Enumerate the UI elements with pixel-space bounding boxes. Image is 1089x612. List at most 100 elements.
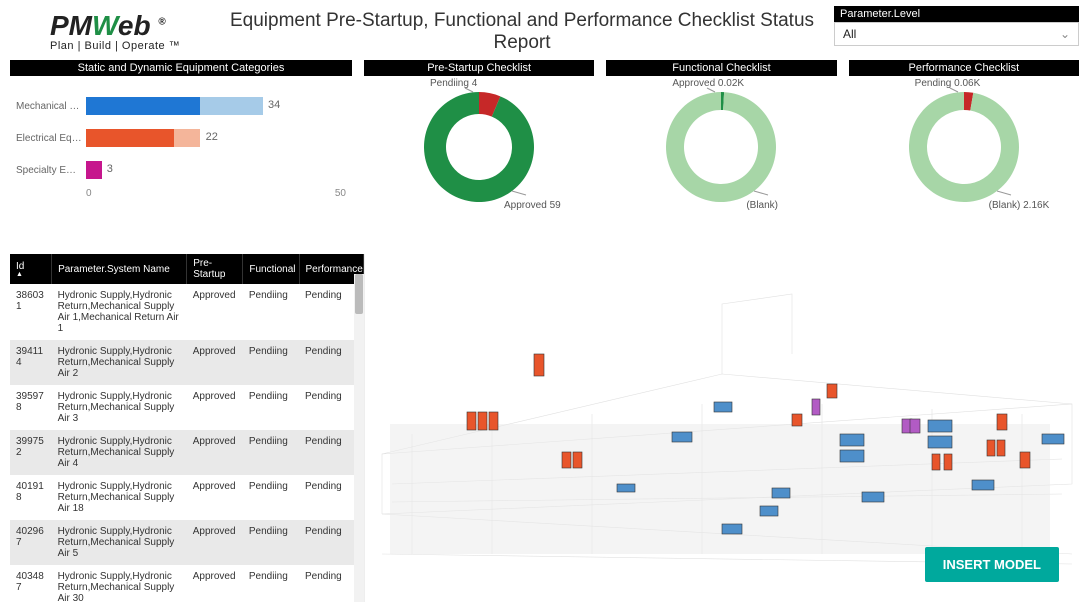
table-cell: Hydronic Supply,Hydronic Return,Mechanic…	[52, 430, 187, 475]
equipment-marker[interactable]	[478, 412, 487, 430]
equipment-marker[interactable]	[1042, 434, 1064, 444]
functional-title: Functional Checklist	[606, 60, 836, 76]
insert-model-button[interactable]: INSERT MODEL	[925, 547, 1059, 582]
equipment-marker[interactable]	[672, 432, 692, 442]
col-header[interactable]: Pre-Startup	[187, 254, 243, 284]
equipment-table[interactable]: Id▲Parameter.System NamePre-StartupFunct…	[10, 254, 364, 602]
table-cell: 394114	[10, 340, 52, 385]
pmweb-logo: PMWeb ® Plan | Build | Operate ™	[10, 6, 210, 52]
equipment-marker[interactable]	[928, 420, 952, 432]
bar-track: 22	[86, 129, 346, 147]
donut-label-top: Pendiing 4	[430, 78, 477, 89]
categories-bar-chart[interactable]: Mechanical …34 Electrical Eq… 22 Specialty …	[10, 82, 352, 212]
table-body: 386031Hydronic Supply,Hydronic Return,Me…	[10, 284, 364, 602]
table-cell: Pendiing	[243, 385, 299, 430]
performance-panel: Performance Checklist Pending 0.06K(Blan…	[849, 60, 1079, 222]
col-header[interactable]: Parameter.System Name	[52, 254, 187, 284]
equipment-marker[interactable]	[722, 524, 742, 534]
equipment-marker[interactable]	[714, 402, 732, 412]
equipment-marker[interactable]	[997, 440, 1005, 456]
bar-label: Mechanical …	[16, 101, 86, 112]
table-cell: 402967	[10, 520, 52, 565]
donut-label-top: Pending 0.06K	[915, 78, 981, 89]
bar-row[interactable]: Mechanical …34	[16, 92, 346, 120]
equipment-marker[interactable]	[534, 354, 544, 376]
equipment-marker[interactable]	[997, 414, 1007, 430]
table-row[interactable]: 403487Hydronic Supply,Hydronic Return,Me…	[10, 565, 364, 602]
param-level-filter: Parameter.Level All ⌄	[834, 6, 1079, 46]
table-cell: Approved	[187, 284, 243, 340]
equipment-marker[interactable]	[617, 484, 635, 492]
table-cell: Approved	[187, 385, 243, 430]
table-scroll-thumb[interactable]	[355, 274, 363, 314]
table-scrollbar[interactable]	[354, 274, 364, 602]
col-header[interactable]: Id▲	[10, 254, 52, 284]
equipment-marker[interactable]	[932, 454, 940, 470]
equipment-marker[interactable]	[928, 436, 952, 448]
prestartup-panel: Pre-Startup Checklist Pendiing 4Approved…	[364, 60, 594, 222]
table-cell: Pendiing	[243, 284, 299, 340]
table-cell: Hydronic Supply,Hydronic Return,Mechanic…	[52, 520, 187, 565]
equipment-marker[interactable]	[944, 454, 952, 470]
donut-label-top: Approved 0.02K	[672, 78, 744, 89]
bar-value: 22	[206, 131, 218, 143]
equipment-marker[interactable]	[573, 452, 582, 468]
equipment-marker[interactable]	[840, 450, 864, 462]
equipment-marker[interactable]	[972, 480, 994, 490]
prestartup-title: Pre-Startup Checklist	[364, 60, 594, 76]
table-row[interactable]: 399752Hydronic Supply,Hydronic Return,Me…	[10, 430, 364, 475]
bim-model-view[interactable]: INSERT MODEL	[372, 254, 1079, 602]
equipment-marker[interactable]	[862, 492, 884, 502]
table-cell: 395978	[10, 385, 52, 430]
table-header-row: Id▲Parameter.System NamePre-StartupFunct…	[10, 254, 364, 284]
table-cell: Pendiing	[243, 520, 299, 565]
equipment-marker[interactable]	[562, 452, 571, 468]
equipment-marker[interactable]	[489, 412, 498, 430]
bar-value: 3	[107, 163, 113, 175]
bar-label: Specialty E…	[16, 165, 86, 176]
table-cell: Hydronic Supply,Hydronic Return,Mechanic…	[52, 385, 187, 430]
table-cell: Hydronic Supply,Hydronic Return,Mechanic…	[52, 284, 187, 340]
param-level-select[interactable]: All ⌄	[834, 22, 1079, 46]
equipment-marker[interactable]	[827, 384, 837, 398]
table-row[interactable]: 402967Hydronic Supply,Hydronic Return,Me…	[10, 520, 364, 565]
bar-row[interactable]: Specialty E… 3	[16, 156, 346, 184]
bar-track: 3	[86, 161, 346, 179]
table-row[interactable]: 394114Hydronic Supply,Hydronic Return,Me…	[10, 340, 364, 385]
bar-label: Electrical Eq…	[16, 133, 86, 144]
equipment-marker[interactable]	[812, 399, 820, 415]
bar-row[interactable]: Electrical Eq… 22	[16, 124, 346, 152]
equipment-marker[interactable]	[792, 414, 802, 426]
chevron-down-icon: ⌄	[1060, 27, 1070, 41]
brand-text-1: PM	[50, 10, 92, 41]
table-cell: 403487	[10, 565, 52, 602]
table-cell: Approved	[187, 565, 243, 602]
equipment-table-wrap: Id▲Parameter.System NamePre-StartupFunct…	[10, 254, 365, 602]
table-cell: Pendiing	[243, 340, 299, 385]
col-header[interactable]: Functional	[243, 254, 299, 284]
table-row[interactable]: 401918Hydronic Supply,Hydronic Return,Me…	[10, 475, 364, 520]
brand-tagline: Plan | Build | Operate ™	[50, 40, 210, 52]
charts-row: Static and Dynamic Equipment Categories …	[0, 54, 1089, 222]
performance-donut[interactable]: Pending 0.06K(Blank) 2.16K	[849, 82, 1079, 222]
table-cell: Approved	[187, 520, 243, 565]
table-cell: Pendiing	[243, 430, 299, 475]
prestartup-donut[interactable]: Pendiing 4Approved 59	[364, 82, 594, 222]
equipment-marker[interactable]	[840, 434, 864, 446]
equipment-marker[interactable]	[910, 419, 920, 433]
table-row[interactable]: 395978Hydronic Supply,Hydronic Return,Me…	[10, 385, 364, 430]
equipment-marker[interactable]	[467, 412, 476, 430]
equipment-marker[interactable]	[760, 506, 778, 516]
equipment-marker[interactable]	[1020, 452, 1030, 468]
param-level-value: All	[843, 27, 856, 41]
table-cell: 399752	[10, 430, 52, 475]
table-row[interactable]: 386031Hydronic Supply,Hydronic Return,Me…	[10, 284, 364, 340]
equipment-marker[interactable]	[987, 440, 995, 456]
donut-label-bottom: (Blank)	[746, 200, 778, 211]
equipment-marker[interactable]	[772, 488, 790, 498]
functional-donut[interactable]: Approved 0.02K(Blank)	[606, 82, 836, 222]
table-cell: 386031	[10, 284, 52, 340]
donut-label-bottom: (Blank) 2.16K	[989, 200, 1050, 211]
brand-text-2: eb	[118, 10, 151, 41]
performance-title: Performance Checklist	[849, 60, 1079, 76]
